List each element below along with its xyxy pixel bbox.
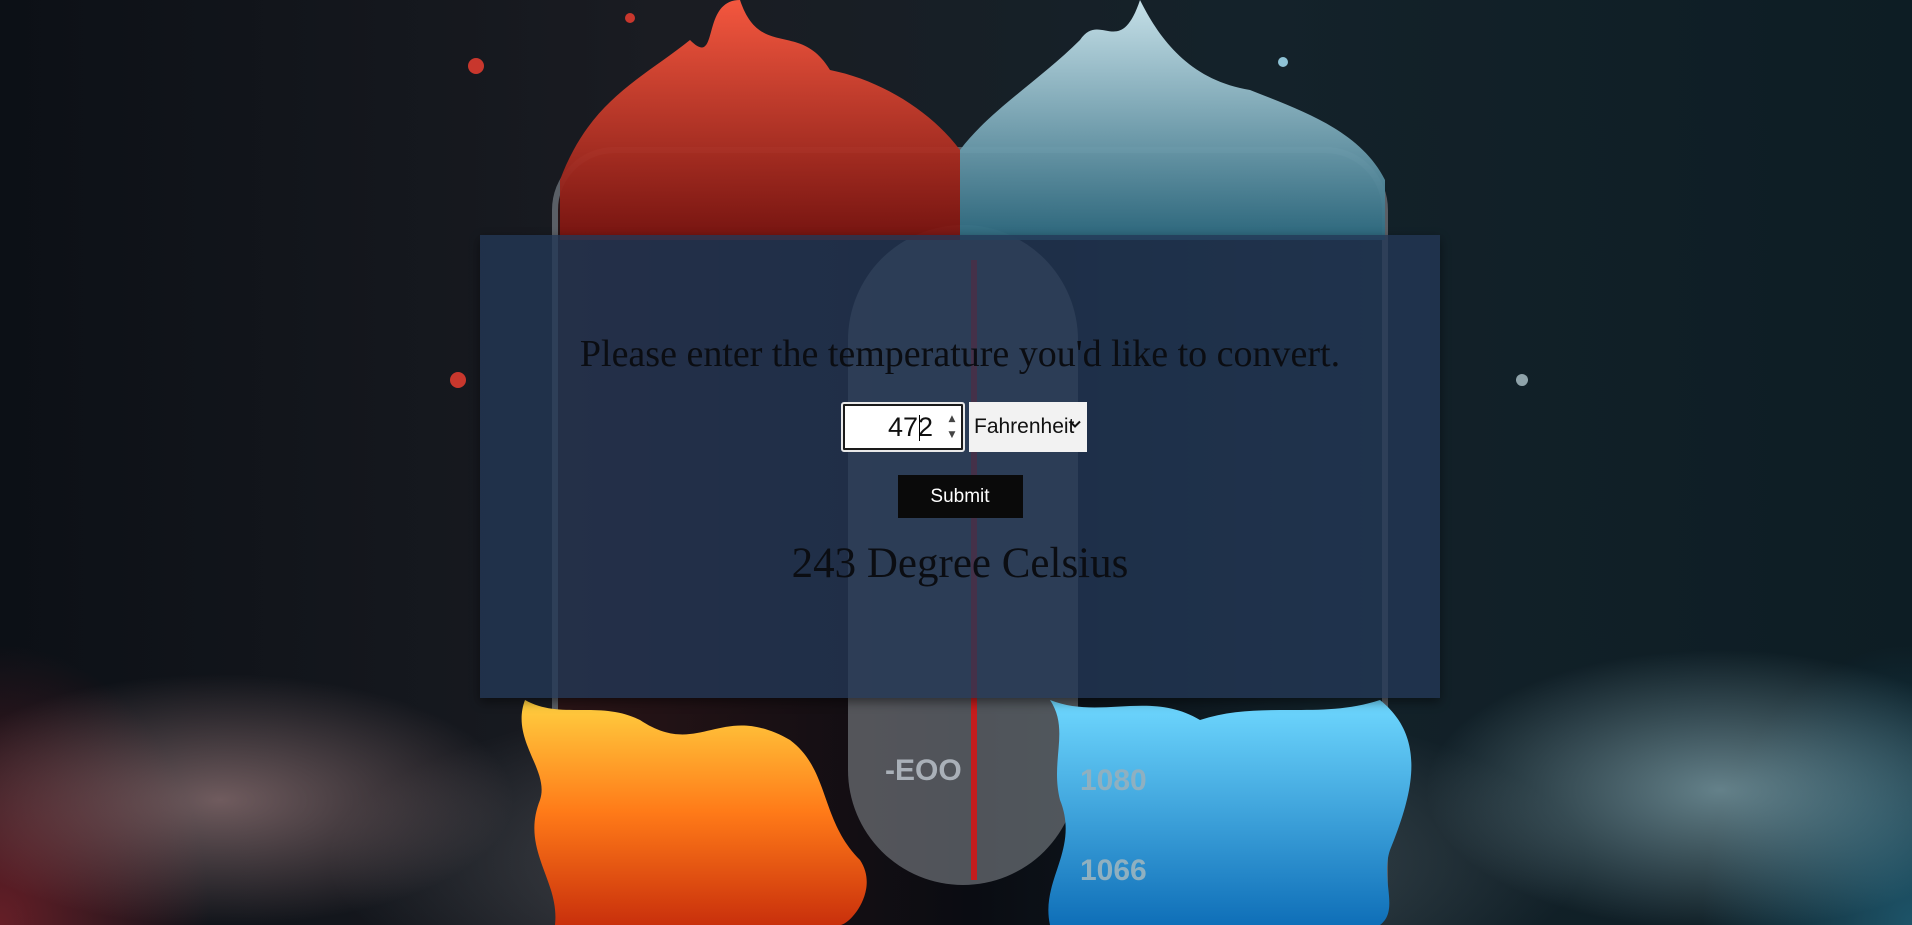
- unit-select[interactable]: Fahrenheit: [969, 402, 1087, 452]
- temperature-input-wrapper: ▲ ▼: [841, 402, 965, 452]
- spinner-down-icon[interactable]: ▼: [945, 428, 959, 442]
- fire-splash-top: [560, 0, 960, 240]
- ice-water-bottom: [1048, 700, 1412, 925]
- chevron-down-icon: [1069, 420, 1081, 428]
- converter-panel: Please enter the temperature you'd like …: [480, 235, 1440, 698]
- converter-controls: ▲ ▼ Fahrenheit: [480, 401, 1440, 453]
- unit-select-value: Fahrenheit: [974, 415, 1075, 438]
- spinner-up-icon[interactable]: ▲: [945, 412, 959, 426]
- number-spinner: ▲ ▼: [945, 412, 959, 442]
- ice-splash-top: [960, 0, 1385, 240]
- svg-text:-EOO: -EOO: [885, 754, 962, 787]
- svg-text:1080: 1080: [1080, 764, 1147, 797]
- submit-button[interactable]: Submit: [897, 475, 1023, 518]
- text-caret: [919, 415, 920, 441]
- temperature-input[interactable]: [847, 408, 933, 446]
- svg-text:1066: 1066: [1080, 854, 1147, 887]
- conversion-result: 243 Degree Celsius: [791, 540, 1129, 587]
- prompt-heading: Please enter the temperature you'd like …: [579, 333, 1341, 375]
